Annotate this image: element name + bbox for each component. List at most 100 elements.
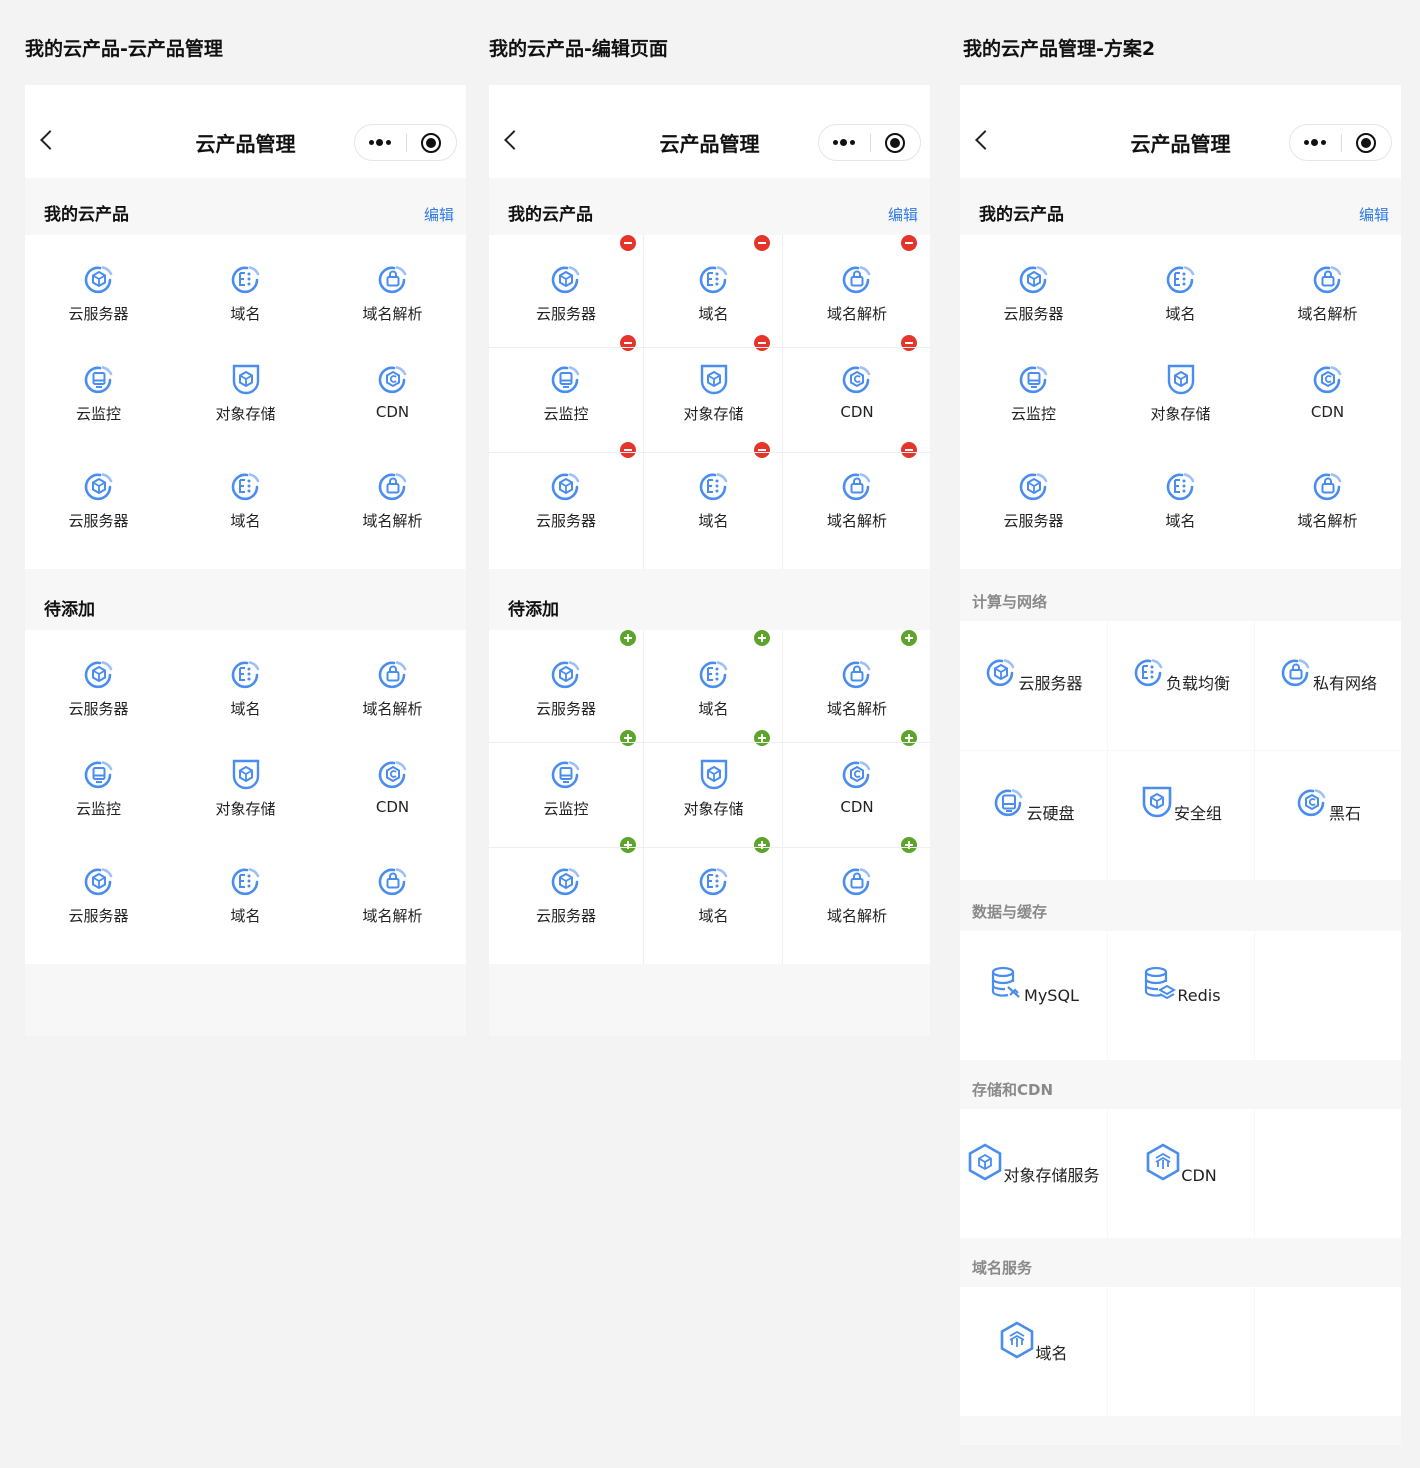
product-item[interactable]: 域名 xyxy=(172,657,319,719)
dns-lock-icon xyxy=(378,868,406,896)
add-badge-icon[interactable] xyxy=(620,630,636,646)
product-item[interactable]: 域名解析 xyxy=(319,864,466,926)
product-label: 域名解析 xyxy=(826,907,887,925)
product-label: 对象存储 xyxy=(683,405,744,423)
remove-badge-icon[interactable] xyxy=(901,442,917,458)
product-item[interactable]: 域名 xyxy=(644,469,783,531)
product-item[interactable]: CDN xyxy=(319,757,466,816)
product-item[interactable]: 域名 xyxy=(1107,469,1254,531)
section-title: 我的云产品 xyxy=(508,205,593,225)
remove-badge-icon[interactable] xyxy=(901,235,917,251)
product-item[interactable]: 域名解析 xyxy=(783,469,930,531)
product-item[interactable]: 域名 xyxy=(172,864,319,926)
add-badge-icon[interactable] xyxy=(620,730,636,746)
remove-badge-icon[interactable] xyxy=(754,442,770,458)
product-item[interactable]: 域名 xyxy=(644,657,783,719)
edit-link[interactable]: 编辑 xyxy=(888,204,918,225)
add-badge-icon[interactable] xyxy=(620,837,636,853)
domain-icon xyxy=(231,661,259,689)
more-dots-icon[interactable] xyxy=(1290,125,1341,160)
phone-edit: 云产品管理 我的云产品 编辑 云服务器 域名 域名解析 云监控 对象存储 CDN 云服务器 域名 域名… xyxy=(489,85,930,1036)
product-item[interactable]: 对象存储 xyxy=(172,362,319,424)
product-item[interactable]: 域名 xyxy=(172,262,319,324)
product-item[interactable]: 云服务器 xyxy=(489,262,643,324)
product-item[interactable]: CDN xyxy=(783,757,930,816)
product-item[interactable]: 域名解析 xyxy=(783,262,930,324)
product-label: 域名解析 xyxy=(826,305,887,323)
add-badge-icon[interactable] xyxy=(901,837,917,853)
product-item[interactable]: 云服务器 xyxy=(489,657,643,719)
product-item[interactable]: 对象存储 xyxy=(1107,362,1254,424)
more-dots-icon[interactable] xyxy=(819,125,870,160)
product-label: 域名解析 xyxy=(1297,512,1358,530)
product-item[interactable]: 云服务器 xyxy=(489,469,643,531)
product-item[interactable]: 域名 xyxy=(1107,262,1254,324)
product-item[interactable]: 云服务器 xyxy=(489,864,643,926)
product-item[interactable]: 域名 xyxy=(172,469,319,531)
product-item[interactable]: 域名解析 xyxy=(319,469,466,531)
close-target-icon[interactable] xyxy=(885,133,905,153)
product-item[interactable]: 云服务器 xyxy=(25,469,172,531)
add-badge-icon[interactable] xyxy=(754,730,770,746)
add-badge-icon[interactable] xyxy=(901,730,917,746)
product-item[interactable]: 域名解析 xyxy=(1254,262,1401,324)
edit-link[interactable]: 编辑 xyxy=(424,204,454,225)
grid-divider xyxy=(489,742,930,743)
category-item[interactable]: Redis xyxy=(1108,931,1254,1060)
product-item[interactable]: 云监控 xyxy=(489,362,643,424)
remove-badge-icon[interactable] xyxy=(620,235,636,251)
product-label: 域名 xyxy=(230,512,261,530)
category-item-label: 安全组 xyxy=(1173,804,1222,823)
product-item[interactable]: 对象存储 xyxy=(644,362,783,424)
product-item[interactable]: 对象存储 xyxy=(644,757,783,819)
product-item[interactable]: 域名解析 xyxy=(319,657,466,719)
category-item-label: 负载均衡 xyxy=(1165,674,1230,693)
add-badge-icon[interactable] xyxy=(754,837,770,853)
product-item[interactable]: 域名 xyxy=(644,864,783,926)
product-item[interactable]: 域名 xyxy=(644,262,783,324)
remove-badge-icon[interactable] xyxy=(620,442,636,458)
category-item[interactable]: 云服务器 xyxy=(960,621,1107,750)
remove-badge-icon[interactable] xyxy=(754,235,770,251)
column-title-2: 我的云产品-编辑页面 xyxy=(489,38,668,60)
category-item xyxy=(1108,1287,1254,1416)
more-dots-icon[interactable] xyxy=(355,125,406,160)
cloud-server-icon xyxy=(1019,473,1047,501)
product-item[interactable]: 云服务器 xyxy=(960,469,1107,531)
product-item[interactable]: 云服务器 xyxy=(25,864,172,926)
product-item[interactable]: 云服务器 xyxy=(960,262,1107,324)
product-item[interactable]: 云服务器 xyxy=(25,657,172,719)
product-item[interactable]: 云服务器 xyxy=(25,262,172,324)
product-item[interactable]: 域名解析 xyxy=(319,262,466,324)
product-item[interactable]: 云监控 xyxy=(25,757,172,819)
category-item[interactable]: CDN xyxy=(1108,1109,1254,1238)
product-item[interactable]: 云监控 xyxy=(960,362,1107,424)
category-item[interactable]: 黑石 xyxy=(1255,751,1401,880)
cloud-server-icon xyxy=(84,868,112,896)
close-target-icon[interactable] xyxy=(1356,133,1376,153)
add-badge-icon[interactable] xyxy=(754,630,770,646)
product-item[interactable]: 云监控 xyxy=(25,362,172,424)
product-item[interactable]: 域名解析 xyxy=(783,864,930,926)
product-item[interactable]: CDN xyxy=(1254,362,1401,421)
category-item[interactable]: MySQL xyxy=(960,931,1107,1060)
close-target-icon[interactable] xyxy=(421,133,441,153)
remove-badge-icon[interactable] xyxy=(754,335,770,351)
remove-badge-icon[interactable] xyxy=(620,335,636,351)
product-item[interactable]: CDN xyxy=(783,362,930,421)
product-item[interactable]: 域名解析 xyxy=(783,657,930,719)
category-item[interactable]: 安全组 xyxy=(1108,751,1254,880)
add-badge-icon[interactable] xyxy=(901,630,917,646)
category-item[interactable]: 云硬盘 xyxy=(960,751,1107,880)
product-label: 域名 xyxy=(230,700,261,718)
edit-link[interactable]: 编辑 xyxy=(1359,204,1389,225)
category-item[interactable]: 对象存储服务 xyxy=(960,1109,1107,1238)
category-item[interactable]: 私有网络 xyxy=(1255,621,1401,750)
product-item[interactable]: 域名解析 xyxy=(1254,469,1401,531)
product-item[interactable]: 对象存储 xyxy=(172,757,319,819)
category-item[interactable]: 负载均衡 xyxy=(1108,621,1254,750)
category-item[interactable]: 域名 xyxy=(960,1287,1107,1416)
product-item[interactable]: 云监控 xyxy=(489,757,643,819)
remove-badge-icon[interactable] xyxy=(901,335,917,351)
product-item[interactable]: CDN xyxy=(319,362,466,421)
